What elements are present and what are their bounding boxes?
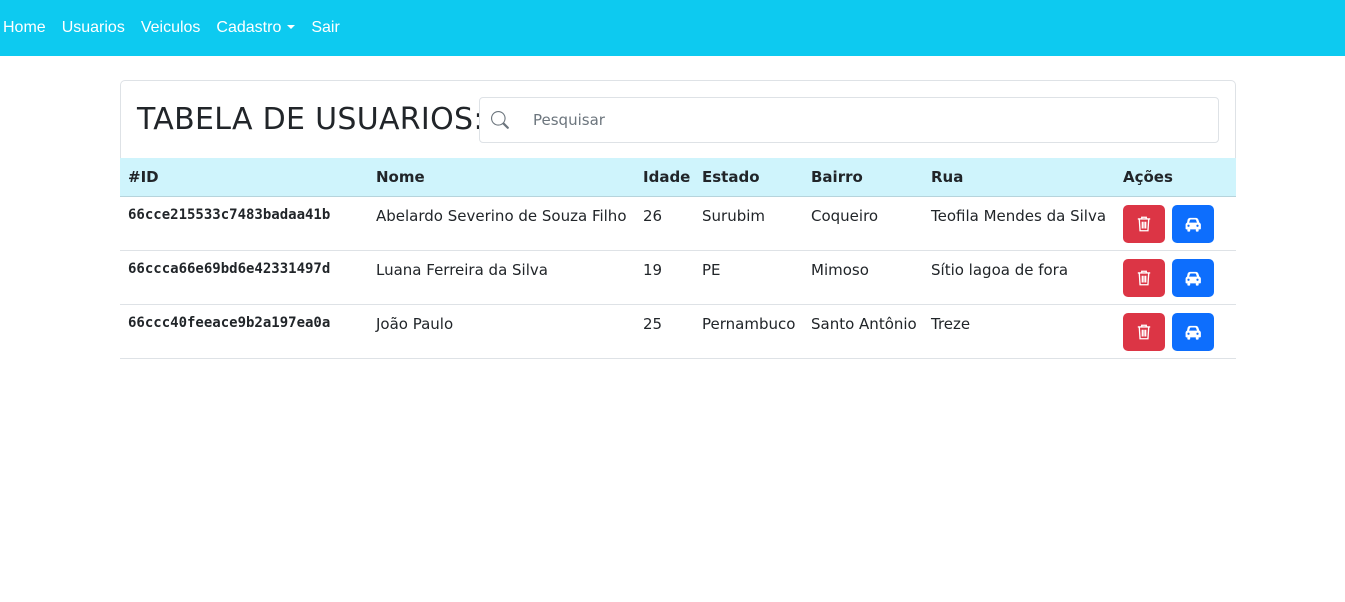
cell-estado: Surubim (694, 196, 803, 251)
cell-rua: Sítio lagoa de fora (923, 250, 1115, 305)
cell-actions (1115, 196, 1236, 251)
cell-rua: Treze (923, 304, 1115, 359)
vehicle-button[interactable] (1172, 204, 1214, 243)
col-header-idade: Idade (635, 158, 694, 197)
trash-icon (1137, 324, 1151, 339)
nav-usuarios-link[interactable]: Usuarios (62, 19, 125, 37)
cell-nome: Luana Ferreira da Silva (368, 250, 635, 305)
users-table: #ID Nome Idade Estado Bairro Rua Ações 6… (120, 158, 1236, 359)
delete-button[interactable] (1123, 204, 1165, 243)
cell-bairro: Coqueiro (803, 196, 923, 251)
col-header-estado: Estado (694, 158, 803, 197)
nav-cadastro-label: Cadastro (216, 19, 282, 36)
nav-home-link[interactable]: Home (3, 19, 46, 37)
users-card: TABELA DE USUARIOS: #ID Nome Idade Estad… (120, 80, 1236, 359)
vehicle-button[interactable] (1172, 258, 1214, 297)
cell-id: 66ccca66e69bd6e42331497d (120, 250, 368, 305)
car-icon (1185, 271, 1201, 286)
nav-sair-link[interactable]: Sair (311, 19, 339, 37)
delete-button[interactable] (1123, 312, 1165, 351)
cell-id: 66ccc40feeace9b2a197ea0a (120, 304, 368, 359)
cell-bairro: Mimoso (803, 250, 923, 305)
cell-estado: PE (694, 250, 803, 305)
table-row: 66ccc40feeace9b2a197ea0a João Paulo 25 P… (120, 304, 1236, 359)
cell-actions (1115, 250, 1236, 305)
trash-icon (1137, 216, 1151, 231)
car-icon (1185, 325, 1201, 340)
col-header-acoes: Ações (1115, 158, 1236, 197)
cell-idade: 26 (635, 196, 694, 251)
nav-cadastro-dropdown[interactable]: Cadastro (216, 19, 296, 37)
col-header-id: #ID (120, 158, 368, 197)
vehicle-button[interactable] (1172, 312, 1214, 351)
cell-idade: 19 (635, 250, 694, 305)
cell-nome: João Paulo (368, 304, 635, 359)
col-header-rua: Rua (923, 158, 1115, 197)
caret-down-icon (287, 25, 296, 29)
cell-id: 66cce215533c7483badaa41b (120, 196, 368, 251)
cell-actions (1115, 304, 1236, 359)
card-header: TABELA DE USUARIOS: (120, 80, 1236, 158)
col-header-nome: Nome (368, 158, 635, 197)
trash-icon (1137, 270, 1151, 285)
table-row: 66ccca66e69bd6e42331497d Luana Ferreira … (120, 250, 1236, 305)
page-title: TABELA DE USUARIOS: (137, 102, 484, 137)
table-header-row: #ID Nome Idade Estado Bairro Rua Ações (120, 158, 1236, 197)
col-header-bairro: Bairro (803, 158, 923, 197)
search-box (479, 96, 1219, 143)
cell-rua: Teofila Mendes da Silva (923, 196, 1115, 251)
top-navbar: Home Usuarios Veiculos Cadastro Sair (0, 0, 1345, 56)
cell-bairro: Santo Antônio (803, 304, 923, 359)
car-icon (1185, 217, 1201, 232)
cell-estado: Pernambuco (694, 304, 803, 359)
search-icon (491, 110, 509, 129)
cell-idade: 25 (635, 304, 694, 359)
nav-veiculos-link[interactable]: Veiculos (141, 19, 201, 37)
search-input[interactable] (531, 109, 1195, 130)
cell-nome: Abelardo Severino de Souza Filho (368, 196, 635, 251)
delete-button[interactable] (1123, 258, 1165, 297)
table-row: 66cce215533c7483badaa41b Abelardo Severi… (120, 196, 1236, 251)
